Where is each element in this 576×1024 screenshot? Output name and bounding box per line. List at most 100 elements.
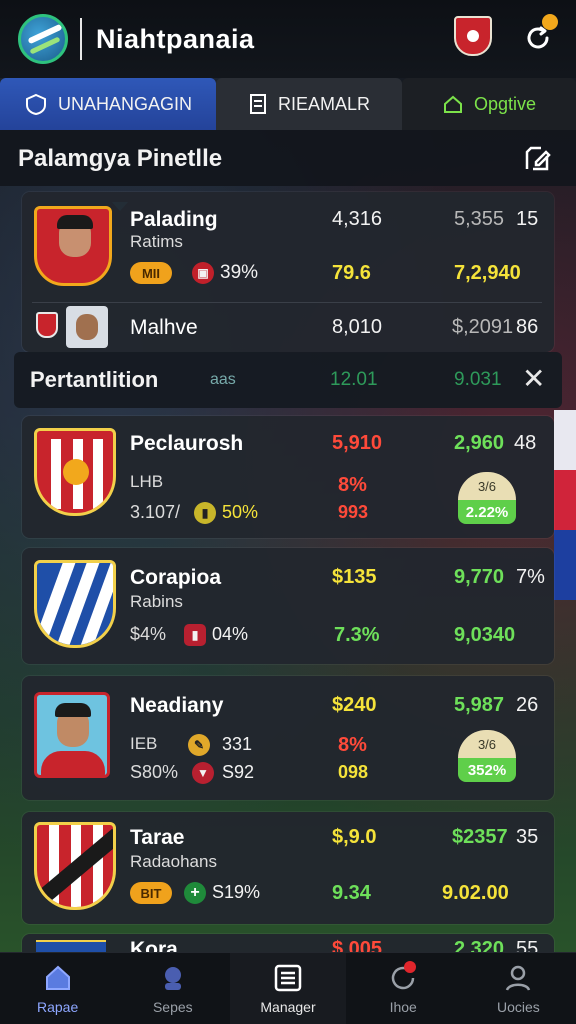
value-2: 5,987 bbox=[454, 694, 505, 716]
club-name: Peclaurosh bbox=[130, 432, 244, 455]
club-name: Tarae bbox=[130, 826, 185, 849]
value-5: 9.02.00 bbox=[442, 882, 509, 904]
refresh-button[interactable] bbox=[520, 14, 558, 56]
player-card[interactable]: Palading Ratims MII ▣ 39% 4,316 5,355 15… bbox=[22, 192, 554, 352]
value-5: 9,0340 bbox=[454, 624, 516, 646]
tab-label: Opgtive bbox=[473, 93, 537, 114]
club-card[interactable]: Corapioa Rabins $4% ▮ 04% $135 9,770 7% … bbox=[22, 548, 554, 664]
tab-unahangagin[interactable]: UNAHANGAGIN bbox=[0, 78, 216, 211]
value-2: 9,770 bbox=[454, 566, 505, 588]
club-crest-icon bbox=[36, 312, 58, 338]
nav-item-uocies[interactable]: Uocies bbox=[461, 953, 576, 1024]
club-sub: LHB bbox=[130, 472, 164, 491]
plus-icon: + bbox=[184, 882, 206, 904]
coin-icon: ▮ bbox=[194, 502, 216, 524]
value-2: 5,355 bbox=[454, 208, 505, 230]
notification-dot bbox=[403, 961, 416, 973]
player-pct: 39% bbox=[220, 262, 259, 283]
value-4: 79.6 bbox=[332, 262, 371, 284]
value-1: 8,010 bbox=[332, 316, 383, 338]
tab-label: RIEAMALR bbox=[277, 93, 371, 114]
value-1: 4,316 bbox=[332, 208, 383, 230]
subsection-tag: aas bbox=[210, 371, 236, 388]
tab-label: UNAHANGAGIN bbox=[57, 93, 192, 114]
form-indicator: 3/6 2.22% bbox=[458, 472, 516, 524]
value-4: 9.34 bbox=[332, 882, 371, 904]
nav-item-sepes[interactable]: Sepes bbox=[115, 953, 230, 1024]
notification-badge bbox=[542, 14, 558, 30]
form-top: 3/6 bbox=[458, 472, 516, 500]
form-bottom: 2.22% bbox=[458, 500, 516, 524]
club-pct: 50% bbox=[222, 502, 259, 522]
banner-stripe bbox=[554, 530, 576, 600]
header-divider bbox=[80, 18, 82, 60]
club-card[interactable]: Kora $,005 2,320 55 bbox=[22, 934, 554, 952]
value-4: 8% bbox=[338, 734, 367, 756]
value-3: 55 bbox=[516, 938, 539, 952]
document-icon bbox=[249, 94, 266, 114]
edit-icon[interactable] bbox=[522, 144, 552, 174]
nav-label: Manager bbox=[260, 998, 316, 1015]
value-1: $240 bbox=[332, 694, 377, 716]
nav-label: Uocies bbox=[497, 998, 540, 1015]
club-name: Corapioa bbox=[130, 566, 222, 589]
form-top: 3/6 bbox=[458, 730, 516, 758]
subsection-header: Pertantlition aas 12.01 9.031 ✕ bbox=[14, 352, 562, 408]
value-4: 8% bbox=[338, 474, 367, 496]
player-name: Palading bbox=[130, 208, 218, 231]
player-stat-2: S92 bbox=[222, 762, 255, 782]
value-4: 7.3% bbox=[334, 624, 380, 646]
subsection-value-1: 12.01 bbox=[330, 369, 378, 390]
club-crest-icon bbox=[34, 822, 116, 910]
club-name: Kora bbox=[130, 938, 178, 952]
value-3: 86 bbox=[516, 316, 539, 338]
value-1: $135 bbox=[332, 566, 377, 588]
player-card[interactable]: Neadiany IEB ✎ 331 S80% ▼ S92 $240 5,987… bbox=[22, 676, 554, 800]
player-portrait-icon bbox=[66, 306, 108, 348]
nav-item-ihoe[interactable]: Ihoe bbox=[346, 953, 461, 1024]
value-3: 26 bbox=[516, 694, 539, 716]
tab-opgtive[interactable]: Opgtive bbox=[402, 78, 576, 130]
player-sub: IEB bbox=[130, 734, 158, 753]
rating-pill: MII bbox=[130, 262, 172, 284]
value-3: 35 bbox=[516, 826, 539, 848]
close-icon[interactable]: ✕ bbox=[522, 362, 545, 395]
value-3: 15 bbox=[516, 208, 539, 230]
nav-label: Sepes bbox=[152, 998, 193, 1015]
row-divider bbox=[32, 302, 542, 303]
list-icon bbox=[274, 964, 302, 991]
value-1: $,9.0 bbox=[332, 826, 377, 848]
club-pct: 04% bbox=[212, 624, 249, 644]
section-title: Palamgya Pinetlle bbox=[18, 145, 223, 172]
stat-icon: ▣ bbox=[192, 262, 214, 284]
value-1: $,005 bbox=[332, 938, 383, 952]
card-icon: ▮ bbox=[184, 624, 206, 646]
club-card[interactable]: Tarae Radaohans BIT + S19% $,9.0 $2357 3… bbox=[22, 812, 554, 924]
tab-bar: UNAHANGAGIN RIEAMALR Opgtive bbox=[0, 78, 576, 211]
banner-stripe bbox=[554, 470, 576, 530]
nav-item-rapae[interactable]: Rapae bbox=[0, 953, 115, 1024]
player-stat: 331 bbox=[222, 734, 253, 754]
player-name: Neadiany bbox=[130, 694, 224, 717]
club-stat: $4% bbox=[130, 624, 167, 644]
section-header: Palamgya Pinetlle bbox=[0, 130, 576, 186]
player-portrait-icon bbox=[34, 206, 112, 286]
value-2: $,2091 bbox=[452, 316, 514, 338]
club-crest-icon bbox=[34, 560, 116, 648]
player-name: Malhve bbox=[130, 316, 198, 339]
user-icon bbox=[506, 965, 531, 991]
app-logo-icon bbox=[18, 14, 68, 64]
subsection-title: Pertantlition bbox=[30, 367, 159, 392]
tab-rieamalr[interactable]: RIEAMALR bbox=[216, 78, 402, 130]
player-sub: Ratims bbox=[130, 232, 183, 251]
club-badge-icon[interactable] bbox=[454, 16, 492, 56]
nav-item-manager[interactable]: Manager bbox=[230, 953, 346, 1024]
club-card[interactable]: Peclaurosh LHB 3.107/ ▮ 50% 5,910 2,960 … bbox=[22, 416, 554, 538]
rating-pill: BIT bbox=[130, 882, 172, 904]
value-5: 098 bbox=[338, 762, 369, 782]
shield-icon bbox=[25, 93, 46, 115]
home-icon bbox=[443, 95, 462, 113]
bottom-nav: Rapae Sepes Manager Ihoe Uocies bbox=[0, 952, 576, 1024]
shield-icon: ▼ bbox=[192, 762, 214, 784]
value-2: $2357 bbox=[452, 826, 508, 848]
